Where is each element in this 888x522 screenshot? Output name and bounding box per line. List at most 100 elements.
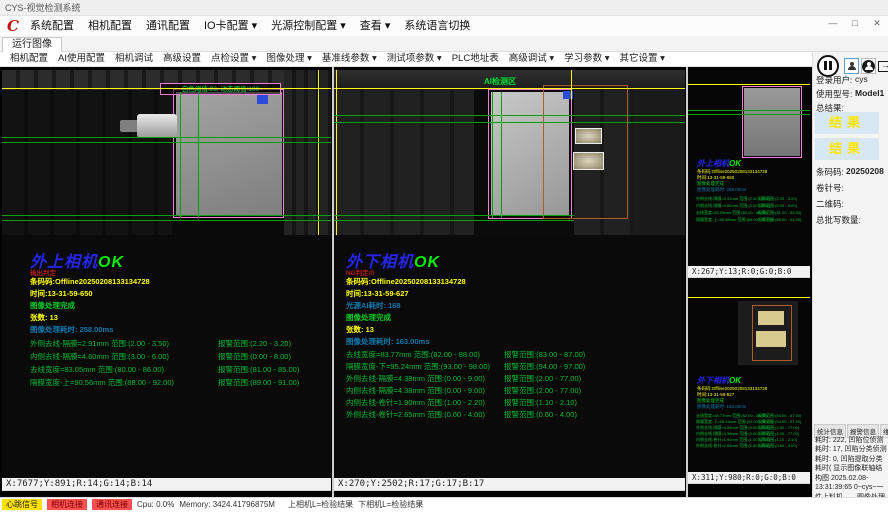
frame-count-line: 张数: 13 (346, 324, 374, 335)
pin-number-label: 卷针号: (816, 182, 844, 194)
tool-spot-check[interactable]: 点检设置 ▾ (211, 52, 256, 66)
machinery-left-region (2, 90, 172, 235)
comm-connection-badge: 通讯连接 (92, 499, 132, 510)
result-box-top: 结果 (815, 112, 879, 134)
bottom-camera-status: 下相机L=检验结果 (358, 499, 423, 510)
tool-learning-params[interactable]: 学习参数 ▾ (564, 52, 609, 66)
measurement-row: 隔膜宽度-上=90.56mm 范围:(88.00 - 92.00) 报警范围:(… (30, 377, 329, 388)
tool-baseline-params[interactable]: 基准线参数 ▾ (322, 52, 377, 66)
green-hline (334, 220, 574, 221)
ai-time-line: 光源AI耗时: 168 (346, 300, 401, 311)
measurement-value: 去线宽度=83.05mm 范围:(80.00 - 86.00) (30, 365, 164, 374)
measurement-value: 隔膜宽度-上=90.56mm 范围:(88.00 - 92.00) (30, 378, 174, 387)
mini-measurement-row: 内侧去线-隔膜=4.60mm 范围:(3.00 - 6.00) 报警范围:(0.… (696, 203, 809, 209)
mini-alarm: 报警范围:(0.60 - 4.00) (758, 443, 797, 449)
camera-view-top[interactable]: 白色阈值:93, 动态阈值:100 外上相机OK 输出判定 条码码:Offlin… (2, 70, 331, 478)
green-hline (334, 215, 574, 216)
green-hline (2, 215, 331, 216)
menu-camera-config[interactable]: 相机配置 (88, 16, 132, 36)
cpu-usage: Cpu: 0.0% (137, 500, 174, 509)
barcode-label: 条码码: (816, 166, 844, 178)
process-done-line: 图像处理完成 (30, 300, 75, 311)
green-hline (2, 142, 331, 143)
menu-light-config[interactable]: 光源控制配置 ▾ (271, 16, 346, 36)
green-hline (688, 114, 810, 115)
measurement-row: 去线宽度=83.77mm 范围:(82.00 - 88.00) 报警范围:(83… (346, 349, 683, 360)
toolbar: 相机配置 AI使用配置 相机调试 高级设置 点检设置 ▾ 图像处理 ▾ 基准线参… (0, 52, 888, 67)
menu-io-config[interactable]: IO卡配置 ▾ (204, 16, 257, 36)
roller-arm (120, 120, 138, 132)
logout-button[interactable] (878, 58, 888, 74)
mini-result-ok: OK (729, 159, 741, 168)
green-hline (2, 137, 331, 138)
measurement-value: 外侧去线-卷针=2.65mm 范围:(0.60 - 4.00) (346, 410, 485, 419)
tool-advanced-debug[interactable]: 高级调试 ▾ (509, 52, 554, 66)
tool-image-processing[interactable]: 图像处理 ▾ (266, 52, 311, 66)
menu-items: 系统配置 相机配置 通讯配置 IO卡配置 ▾ 光源控制配置 ▾ 查看 ▾ 系统语… (30, 16, 470, 36)
user-value: cys (855, 74, 868, 84)
app-logo-icon: C (7, 17, 19, 35)
tool-advanced-settings[interactable]: 高级设置 (163, 52, 201, 66)
tab-run-image[interactable]: 运行图像 (2, 37, 62, 52)
tool-ai-usage-config[interactable]: AI使用配置 (58, 52, 105, 66)
thumbnail-view-bottom[interactable]: 外下相机OK 条码码:Offline20250208133134728 时间:1… (688, 279, 810, 472)
tool-other-settings[interactable]: 其它设置 ▾ (620, 52, 665, 66)
detection-rect-pink (173, 89, 284, 218)
heartbeat-badge: 心跳信号 (2, 499, 42, 510)
minimize-icon[interactable]: — (826, 18, 840, 29)
cursor-readout-thumb-top: X:267;Y:13;R:0;G:0;B:0 (688, 266, 810, 278)
menu-system-config[interactable]: 系统配置 (30, 16, 74, 36)
close-icon[interactable]: ✕ (870, 18, 884, 29)
mini-alarm: 报警范围:(2.20 - 3.20) (758, 196, 797, 202)
yellow-vline-short (571, 70, 572, 100)
maximize-icon[interactable]: □ (848, 18, 862, 29)
threshold-label: 白色阈值:93, 动态阈值:100 (160, 83, 281, 95)
green-hline (334, 122, 685, 123)
green-vline (501, 92, 502, 218)
info-sidebar: 登录用户: cys 使用型号: Model1 总结果: 结果 结果 条码码: 2… (812, 52, 888, 497)
tool-camera-debug[interactable]: 相机调试 (115, 52, 153, 66)
mini-result-heading: 外上相机OK (697, 158, 741, 169)
mini-measurement: 去线宽度=83.77mm 范围:(82.00 - 88.00) (696, 413, 767, 418)
frame-count-line: 张数: 13 (30, 312, 58, 323)
mini-result-heading: 外下相机OK (697, 375, 741, 386)
green-vline (198, 92, 199, 218)
window-title: CYS-视觉检测系统 (5, 3, 81, 13)
measurement-alarm: 报警范围:(2.20 - 3.20) (218, 338, 291, 349)
account-button[interactable] (861, 58, 876, 74)
measurement-row: 外侧去线-卷针=2.65mm 范围:(0.60 - 4.00) 报警范围:(0.… (346, 409, 683, 420)
mini-process-time: 图像处理耗时: 163.00ms (697, 404, 746, 410)
camera-view-bottom[interactable]: AI检测区 外下相机OK NG判定/0 条码码:Offline202502081… (334, 70, 685, 478)
menu-language-switch[interactable]: 系统语言切换 (404, 16, 470, 36)
barcode-line: 条码码:Offline20250208133134728 (346, 276, 466, 287)
mini-alarm: 报警范围:(0.00 - 8.00) (758, 203, 797, 209)
menu-comm-config[interactable]: 通讯配置 (146, 16, 190, 36)
measurement-row: 外侧去线-隔膜=2.91mm 范围:(2.00 - 3.50) 报警范围:(2.… (30, 338, 329, 349)
cursor-readout-left: X:7677;Y:891;R:14;G:14;B:14 (2, 478, 331, 491)
user-button[interactable] (844, 58, 859, 74)
user-label: 登录用户: (816, 74, 852, 86)
measurement-row: 隔膜宽度-下=95.24mm 范围:(93.00 - 98.00) 报警范围:(… (346, 361, 683, 372)
measurement-alarm: 报警范围:(1.10 - 2.10) (504, 397, 577, 408)
bright-spot (573, 152, 604, 170)
tab-row: 运行图像 (0, 36, 888, 52)
measurement-alarm: 报警范围:(2.00 - 77.00) (504, 373, 581, 384)
mini-camera-title: 外上相机 (697, 159, 729, 168)
menu-view[interactable]: 查看 ▾ (360, 16, 391, 36)
model-label: 使用型号: (816, 88, 852, 100)
cursor-readout-right: X:270;Y:2502;R:17;G:17;B:17 (334, 478, 685, 491)
tool-test-item-params[interactable]: 测试项参数 ▾ (387, 52, 442, 66)
green-hline (2, 220, 331, 221)
tool-plc-address-table[interactable]: PLC地址表 (452, 52, 499, 66)
tool-camera-config[interactable]: 相机配置 (10, 52, 48, 66)
result-ok: OK (414, 254, 440, 271)
measurement-alarm: 报警范围:(2.00 - 77.00) (504, 385, 581, 396)
measurement-row: 内侧去线-卷针=1.90mm 范围:(1.00 - 2.20) 报警范围:(1.… (346, 397, 683, 408)
measurement-row: 内侧去线-隔膜=4.60mm 范围:(3.00 - 6.00) 报警范围:(0.… (30, 351, 329, 362)
mini-measurement: 去线宽度=83.05mm 范围:(80.00 - 86.00) (696, 210, 767, 215)
yellow-hline (2, 88, 331, 89)
yellow-hline (688, 297, 810, 298)
process-done-line: 图像处理完成 (346, 312, 391, 323)
barcode-value: 20250208 (846, 166, 884, 176)
thumbnail-view-top[interactable]: 外上相机OK 条码码:Offline20250208133134728 时间:1… (688, 70, 810, 266)
